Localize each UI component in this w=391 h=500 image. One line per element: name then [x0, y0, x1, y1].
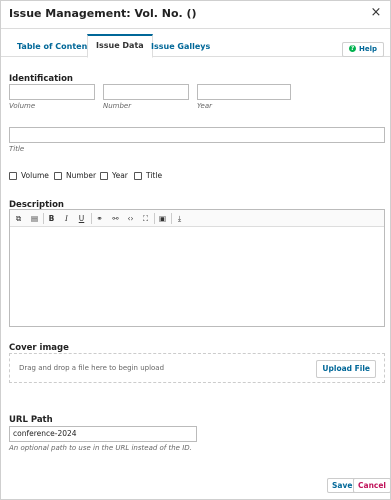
fullscreen-icon[interactable]: ⛶	[140, 213, 151, 224]
url-path-heading: URL Path	[9, 415, 53, 425]
cover-image-dropzone[interactable]: Drag and drop a file here to begin uploa…	[9, 353, 385, 383]
image-icon[interactable]: ▣	[157, 213, 168, 224]
tab-issue-galleys[interactable]: Issue Galleys	[143, 37, 218, 60]
number-input[interactable]	[103, 84, 189, 100]
editor-toolbar: ⧉ ▤ B I U ⚭ ⚯ ‹› ⛶ ▣ ⤓	[10, 210, 384, 227]
show-number-checkbox[interactable]	[54, 172, 62, 180]
show-title-checkbox[interactable]	[134, 172, 142, 180]
description-editor: ⧉ ▤ B I U ⚭ ⚯ ‹› ⛶ ▣ ⤓	[9, 209, 385, 327]
tabs-bar: Table of Contents Issue Data Issue Galle…	[1, 29, 390, 60]
cover-image-heading: Cover image	[9, 343, 69, 353]
show-number-label: Number	[66, 171, 97, 180]
title-label: Title	[9, 145, 25, 153]
number-label: Number	[103, 102, 132, 110]
show-title-label: Title	[146, 171, 163, 180]
description-textarea[interactable]	[10, 227, 384, 328]
link-icon[interactable]: ⚭	[94, 213, 105, 224]
url-path-help: An optional path to use in the URL inste…	[9, 444, 192, 452]
unlink-icon[interactable]: ⚯	[110, 213, 121, 224]
upload-file-button[interactable]: Upload File	[316, 360, 376, 378]
title-input[interactable]	[9, 127, 385, 143]
show-volume-checkbox[interactable]	[9, 172, 17, 180]
copy-icon[interactable]: ⧉	[13, 213, 24, 224]
volume-label: Volume	[9, 102, 36, 110]
show-year-checkbox[interactable]	[100, 172, 108, 180]
cancel-button[interactable]: Cancel	[353, 478, 391, 493]
close-icon[interactable]: ×	[369, 6, 383, 20]
upload-icon[interactable]: ⤓	[174, 213, 185, 224]
modal-title: Issue Management: Vol. No. ()	[9, 7, 197, 20]
show-year-label: Year	[112, 171, 128, 180]
italic-icon[interactable]: I	[61, 213, 72, 224]
underline-icon[interactable]: U	[76, 213, 87, 224]
help-icon: ?	[348, 44, 356, 52]
code-icon[interactable]: ‹›	[125, 213, 136, 224]
year-input[interactable]	[197, 84, 291, 100]
modal-header: Issue Management: Vol. No. () ×	[1, 1, 390, 29]
toolbar-divider	[171, 213, 172, 224]
identification-heading: Identification	[9, 74, 73, 84]
help-label: Help	[358, 45, 377, 53]
volume-input[interactable]	[9, 84, 95, 100]
issue-management-modal: Issue Management: Vol. No. () × Table of…	[0, 0, 391, 500]
toolbar-divider	[91, 213, 92, 224]
paste-icon[interactable]: ▤	[29, 213, 40, 224]
help-button[interactable]: ? Help	[341, 42, 384, 57]
show-volume-label: Volume	[21, 171, 49, 180]
dropzone-text: Drag and drop a file here to begin uploa…	[19, 364, 165, 372]
bold-icon[interactable]: B	[46, 213, 57, 224]
url-path-input[interactable]: conference-2024	[9, 426, 197, 442]
toolbar-divider	[43, 213, 44, 224]
toolbar-divider	[154, 213, 155, 224]
year-label: Year	[197, 102, 212, 110]
